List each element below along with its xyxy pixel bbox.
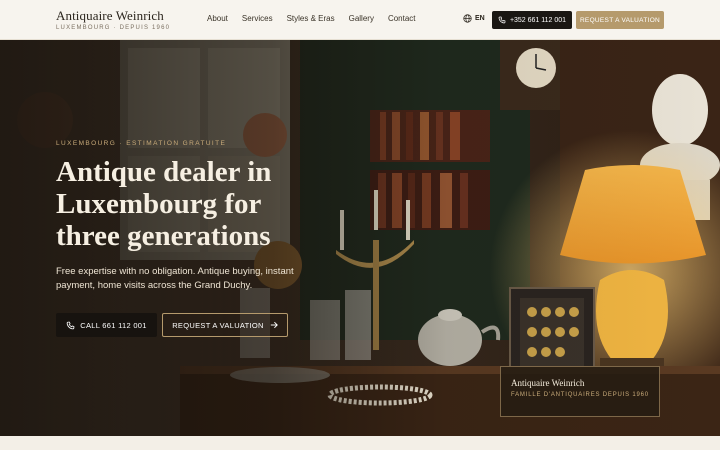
brand-logo[interactable]: Antiquaire Weinrich LUXEMBOURG · DEPUIS … bbox=[56, 8, 171, 32]
globe-icon bbox=[463, 14, 472, 23]
arrow-right-icon bbox=[270, 321, 278, 329]
nav-services[interactable]: Services bbox=[242, 14, 273, 23]
heritage-badge: Antiquaire Weinrich FAMILLE D'ANTIQUAIRE… bbox=[500, 366, 660, 417]
hero-call-button[interactable]: CALL 661 112 001 bbox=[56, 313, 157, 337]
hero-call-label: CALL 661 112 001 bbox=[80, 320, 147, 330]
hero-headline: Antique dealer in Luxembourg for three g… bbox=[56, 156, 272, 252]
brand-name: Antiquaire Weinrich bbox=[56, 8, 164, 23]
hero-valuation-button[interactable]: REQUEST A VALUATION bbox=[162, 313, 288, 337]
hero-subtext: Free expertise with no obligation. Antiq… bbox=[56, 266, 294, 291]
site-header: Antiquaire Weinrich LUXEMBOURG · DEPUIS … bbox=[0, 0, 720, 40]
badge-title: Antiquaire Weinrich bbox=[511, 378, 585, 388]
nav-about[interactable]: About bbox=[207, 14, 228, 23]
header-valuation-button[interactable]: REQUEST A VALUATION bbox=[576, 11, 664, 29]
phone-icon bbox=[66, 321, 75, 329]
nav-contact[interactable]: Contact bbox=[388, 14, 416, 23]
hero-valuation-label: REQUEST A VALUATION bbox=[172, 320, 264, 330]
header-phone-label: +352 661 112 001 bbox=[509, 16, 567, 24]
nav-gallery[interactable]: Gallery bbox=[349, 14, 374, 23]
phone-icon bbox=[498, 16, 506, 24]
hero-eyebrow: LUXEMBOURG · ESTIMATION GRATUITE bbox=[56, 140, 227, 147]
hero-section: LUXEMBOURG · ESTIMATION GRATUITE Antique… bbox=[0, 40, 720, 436]
language-label: EN bbox=[475, 15, 485, 22]
badge-subtitle: FAMILLE D'ANTIQUAIRES DEPUIS 1960 bbox=[511, 392, 649, 398]
main-nav: About Services Styles & Eras Gallery Con… bbox=[207, 14, 430, 23]
nav-styles-eras[interactable]: Styles & Eras bbox=[287, 14, 335, 23]
header-phone-button[interactable]: +352 661 112 001 bbox=[492, 11, 572, 29]
language-switcher[interactable]: EN bbox=[463, 14, 485, 23]
brand-tagline: LUXEMBOURG · DEPUIS 1960 bbox=[56, 25, 171, 31]
next-section-edge bbox=[0, 436, 720, 450]
